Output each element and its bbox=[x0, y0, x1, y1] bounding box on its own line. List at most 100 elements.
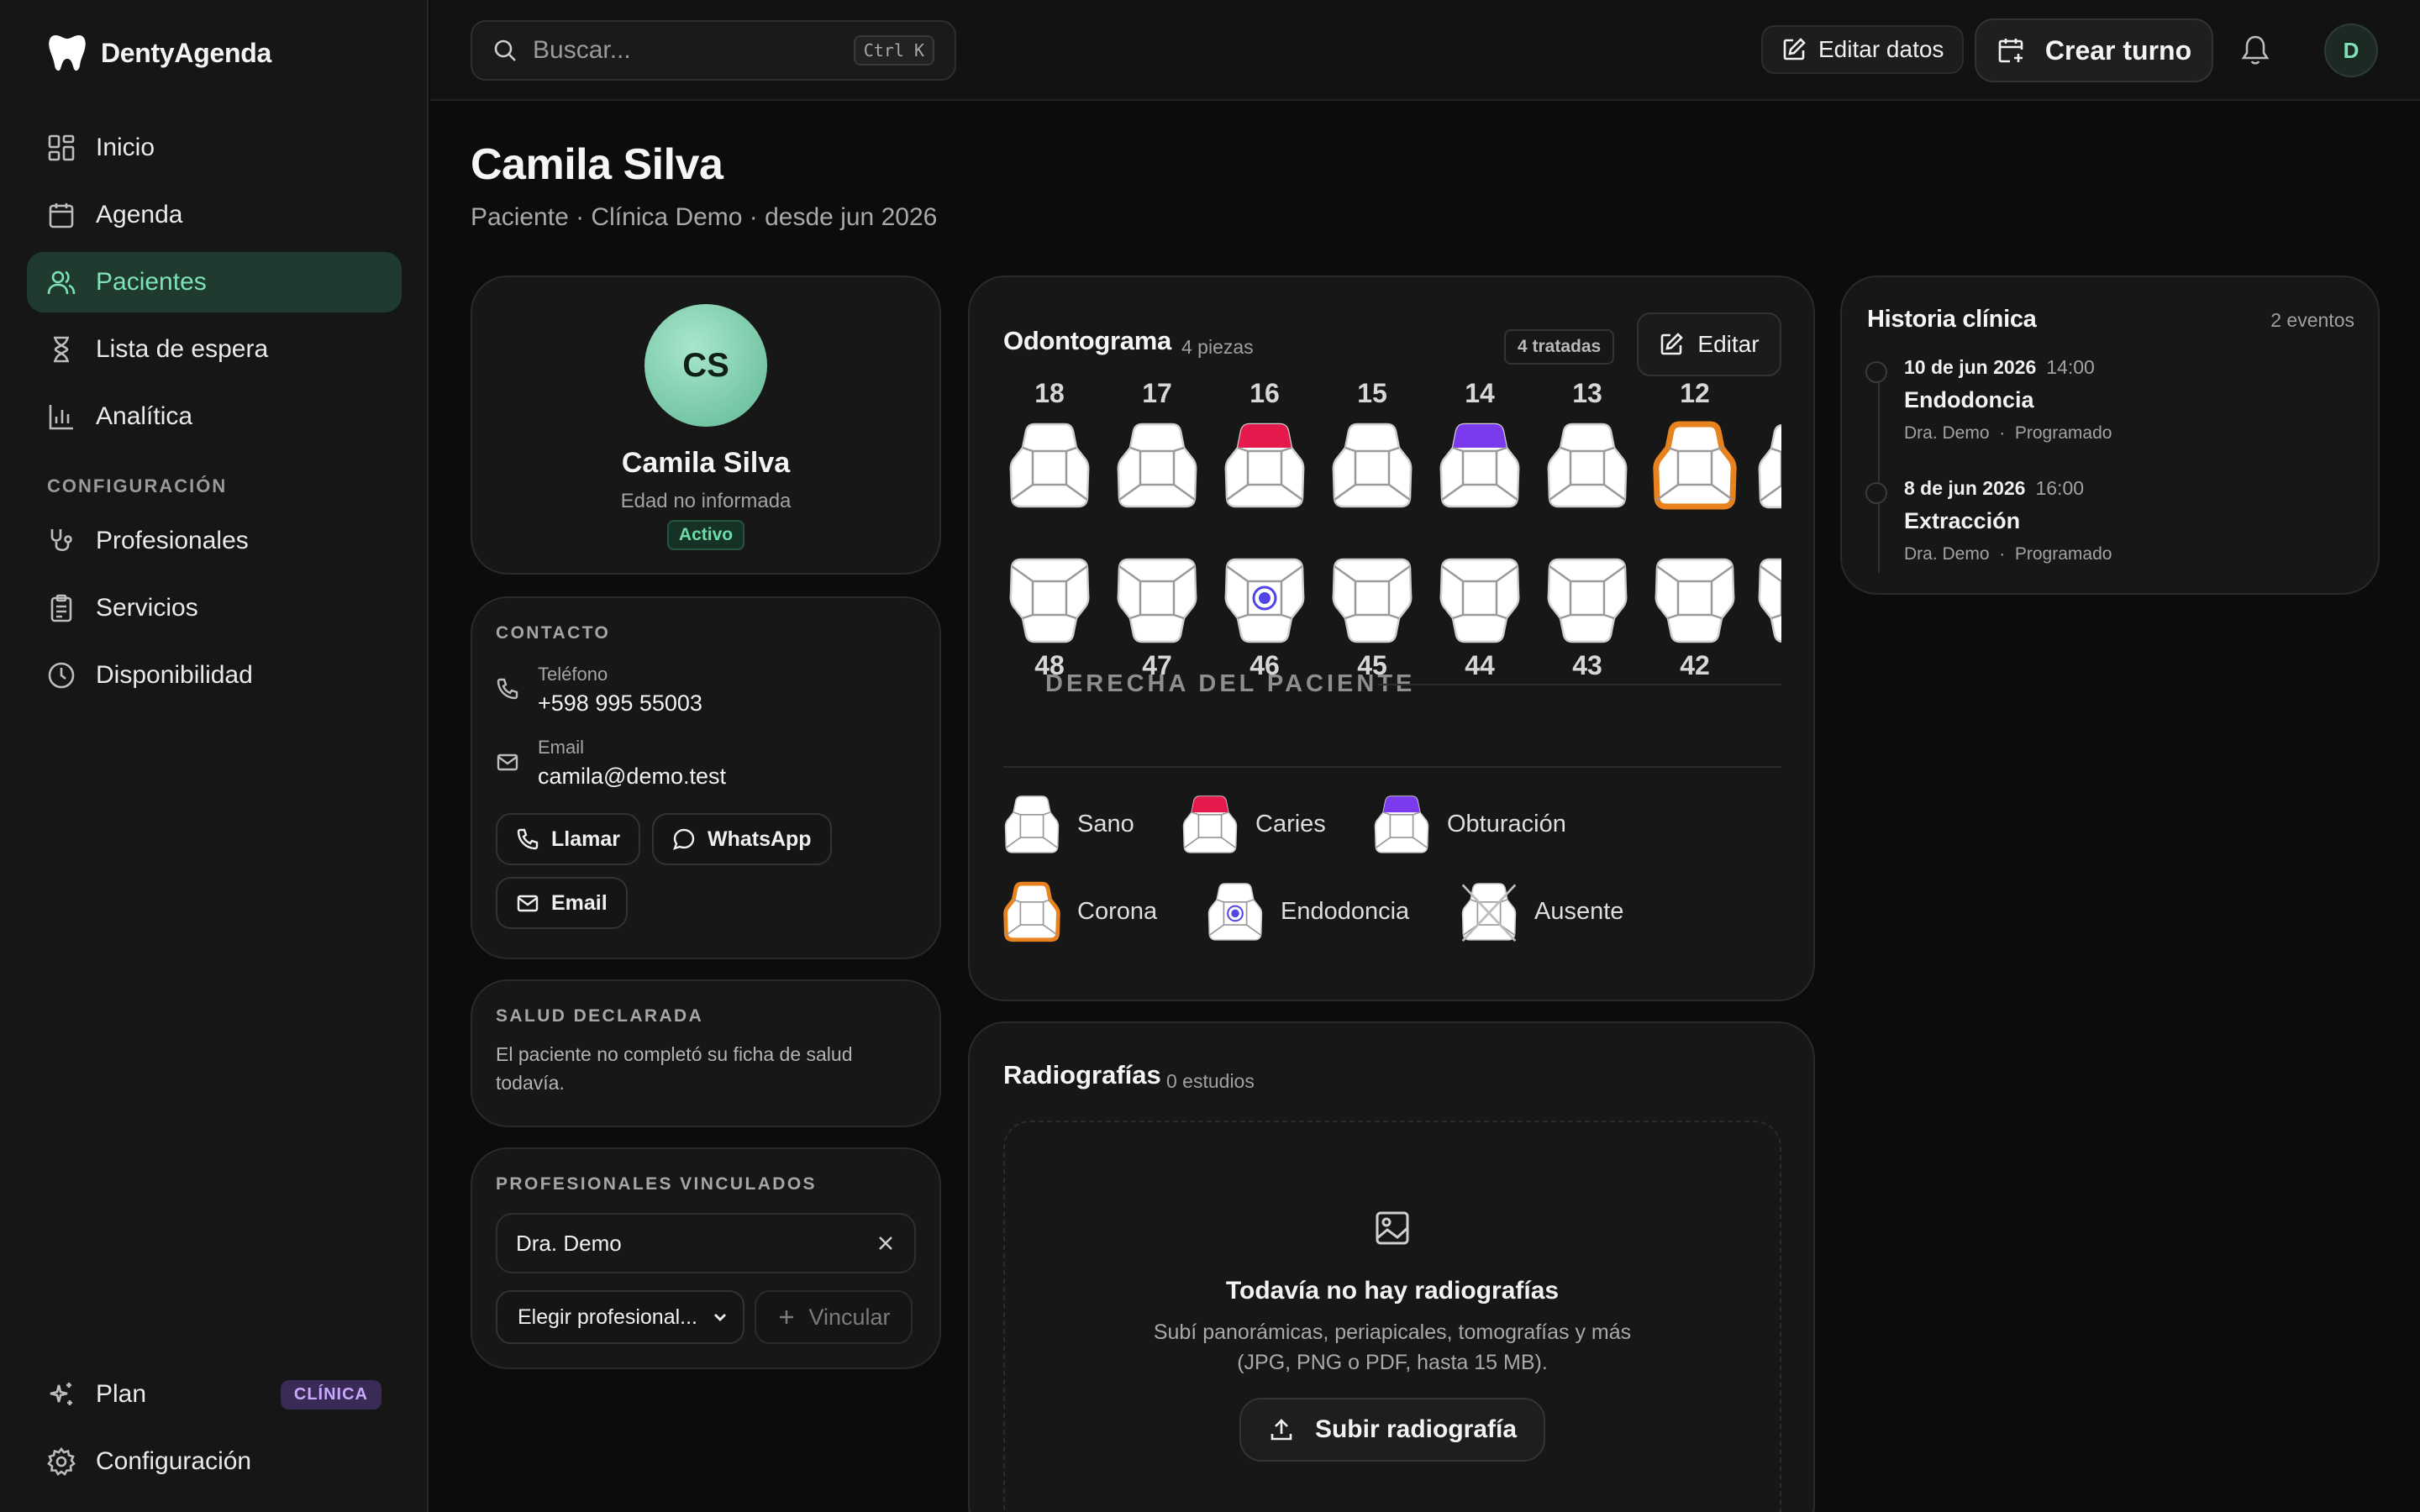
sidebar-item-profesionales[interactable]: Profesionales bbox=[27, 511, 402, 571]
phone-icon bbox=[517, 828, 539, 850]
email-button[interactable]: Email bbox=[496, 877, 628, 929]
edit-data-label: Editar datos bbox=[1818, 36, 1944, 62]
tooth-44[interactable]: 44 bbox=[1434, 554, 1526, 681]
tooth-18[interactable]: 18 bbox=[1003, 378, 1096, 512]
link-professional-button[interactable]: Vincular bbox=[755, 1290, 913, 1344]
create-appointment-label: Crear turno bbox=[2044, 34, 2192, 66]
odontogram-title: Odontograma bbox=[1003, 326, 1171, 355]
sidebar: DentyAgenda Inicio Agenda Pacientes List… bbox=[0, 0, 429, 1512]
tooth-48[interactable]: 48 bbox=[1003, 554, 1096, 681]
sidebar-item-configuracion[interactable]: Configuración bbox=[27, 1431, 402, 1492]
tooth-number: 46 bbox=[1249, 650, 1280, 680]
create-appointment-button[interactable]: Crear turno bbox=[1975, 18, 2213, 82]
sidebar-item-disponibilidad[interactable]: Disponibilidad bbox=[27, 645, 402, 706]
call-button[interactable]: Llamar bbox=[496, 813, 640, 865]
brand[interactable]: DentyAgenda bbox=[47, 32, 271, 74]
edit-icon bbox=[1661, 333, 1684, 355]
page-subtitle: Paciente · Clínica Demo · desde jun 2026 bbox=[471, 203, 938, 231]
search-input[interactable] bbox=[533, 36, 835, 65]
tooth-42[interactable]: 42 bbox=[1649, 554, 1741, 681]
tooth-logo-icon bbox=[47, 32, 87, 74]
legend-label: Endodoncia bbox=[1281, 897, 1410, 925]
contact-actions: Llamar WhatsApp bbox=[496, 813, 916, 865]
stethoscope-icon bbox=[50, 529, 72, 552]
tooth-number: 44 bbox=[1465, 650, 1495, 680]
tooth-15[interactable]: 15 bbox=[1326, 378, 1418, 512]
edit-data-button[interactable]: Editar datos bbox=[1761, 25, 1965, 74]
sidebar-item-servicios[interactable]: Servicios bbox=[27, 578, 402, 638]
professionals-heading: PROFESIONALES VINCULADOS bbox=[496, 1174, 817, 1194]
email-row: Email camila@demo.test bbox=[496, 737, 916, 790]
tooth-43[interactable]: 43 bbox=[1541, 554, 1634, 681]
sparkles-icon bbox=[50, 1383, 72, 1405]
mail-icon bbox=[497, 753, 518, 771]
health-text: El paciente no completó su ficha de salu… bbox=[496, 1043, 853, 1094]
professional-link-actions: Elegir profesional... Vincular bbox=[496, 1290, 916, 1344]
tooth-icon bbox=[1439, 558, 1520, 643]
history-count: 2 eventos bbox=[2270, 309, 2354, 331]
sidebar-item-label: Inicio bbox=[96, 134, 155, 161]
tooth-partial bbox=[1756, 420, 1781, 512]
odontogram-count: 4 piezas bbox=[1181, 336, 1254, 358]
sidebar-item-label: Profesionales bbox=[96, 527, 249, 554]
odontogram-edit-button[interactable]: Editar bbox=[1637, 312, 1781, 376]
history-title: Historia clínica bbox=[1867, 306, 2037, 333]
dashboard-icon bbox=[48, 134, 75, 161]
tooth-13[interactable]: 13 bbox=[1541, 378, 1634, 512]
tooth-17[interactable]: 17 bbox=[1111, 378, 1203, 512]
tooth-number: 12 bbox=[1680, 378, 1710, 408]
event-date-row: 8 de jun 2026 16:00 bbox=[1904, 477, 2112, 500]
legend-item-endodoncia: Endodoncia bbox=[1207, 880, 1409, 943]
tooth-icon bbox=[1003, 881, 1060, 942]
tooth-12[interactable]: 12 bbox=[1649, 378, 1741, 512]
legend-label: Caries bbox=[1255, 810, 1326, 837]
legend-item-ausente: Ausente bbox=[1460, 880, 1623, 943]
upload-radiograph-button[interactable]: Subir radiografía bbox=[1239, 1398, 1545, 1462]
notifications-bell-icon[interactable] bbox=[2240, 34, 2270, 67]
sidebar-item-analitica[interactable]: Analítica bbox=[27, 386, 402, 447]
tooth-46[interactable]: 46 bbox=[1218, 554, 1311, 681]
sidebar-item-label: Disponibilidad bbox=[96, 661, 253, 689]
sidebar-item-agenda[interactable]: Agenda bbox=[27, 185, 402, 245]
history-event[interactable]: 10 de jun 2026 14:00 Endodoncia Dra. Demo… bbox=[1865, 356, 2112, 444]
tooth-14[interactable]: 14 bbox=[1434, 378, 1526, 512]
tooth-icon bbox=[1224, 423, 1305, 508]
linked-professional-name: Dra. Demo bbox=[516, 1230, 622, 1256]
legend-label: Corona bbox=[1077, 897, 1158, 925]
sidebar-item-inicio[interactable]: Inicio bbox=[27, 118, 402, 178]
odontogram-chart: DERECHA DEL PACIENTE 18 17 16 15 14 13 12 48 47 4… bbox=[1003, 378, 1781, 1053]
user-avatar[interactable]: D bbox=[2324, 24, 2378, 77]
chart-icon bbox=[49, 405, 73, 430]
search-box[interactable]: Ctrl K bbox=[471, 20, 956, 81]
app-name: DentyAgenda bbox=[101, 37, 271, 68]
health-card: SALUD DECLARADA El paciente no completó … bbox=[471, 979, 941, 1127]
radiograph-dropzone[interactable]: Todavía no hay radiografías Subí panorám… bbox=[1003, 1121, 1781, 1512]
history-event[interactable]: 8 de jun 2026 16:00 Extracción Dra. Demo … bbox=[1865, 477, 2112, 564]
health-heading: SALUD DECLARADA bbox=[496, 1006, 704, 1026]
tooth-icon bbox=[1758, 558, 1781, 643]
professional-select[interactable]: Elegir profesional... bbox=[496, 1290, 744, 1344]
patient-age: Edad no informada bbox=[620, 490, 792, 512]
contact-heading: CONTACTO bbox=[496, 623, 611, 643]
tooth-number: 16 bbox=[1249, 378, 1280, 408]
search-shortcut: Ctrl K bbox=[853, 35, 934, 66]
contact-card: CONTACTO Teléfono +598 995 55003 Email c… bbox=[471, 596, 941, 959]
link-professional-label: Vincular bbox=[808, 1304, 891, 1330]
tooth-icon bbox=[1332, 423, 1413, 508]
sidebar-item-label: Plan bbox=[96, 1380, 147, 1408]
legend-item-caries: Caries bbox=[1181, 793, 1326, 856]
odontogram-edit-label: Editar bbox=[1697, 331, 1760, 357]
sidebar-item-lista-de-espera[interactable]: Lista de espera bbox=[27, 319, 402, 380]
close-icon[interactable] bbox=[876, 1233, 896, 1253]
whatsapp-button[interactable]: WhatsApp bbox=[651, 813, 832, 865]
tooth-16[interactable]: 16 bbox=[1218, 378, 1311, 512]
tooth-icon bbox=[1117, 423, 1197, 508]
sidebar-item-plan[interactable]: Plan CLÍNICA bbox=[27, 1364, 402, 1425]
tooth-number: 15 bbox=[1357, 378, 1387, 408]
divider bbox=[1003, 766, 1781, 768]
radiographs-title: Radiografías bbox=[1003, 1060, 1161, 1089]
event-date-row: 10 de jun 2026 14:00 bbox=[1904, 356, 2112, 379]
tooth-47[interactable]: 47 bbox=[1111, 554, 1203, 681]
sidebar-item-pacientes[interactable]: Pacientes bbox=[27, 252, 402, 312]
tooth-45[interactable]: 45 bbox=[1326, 554, 1418, 681]
